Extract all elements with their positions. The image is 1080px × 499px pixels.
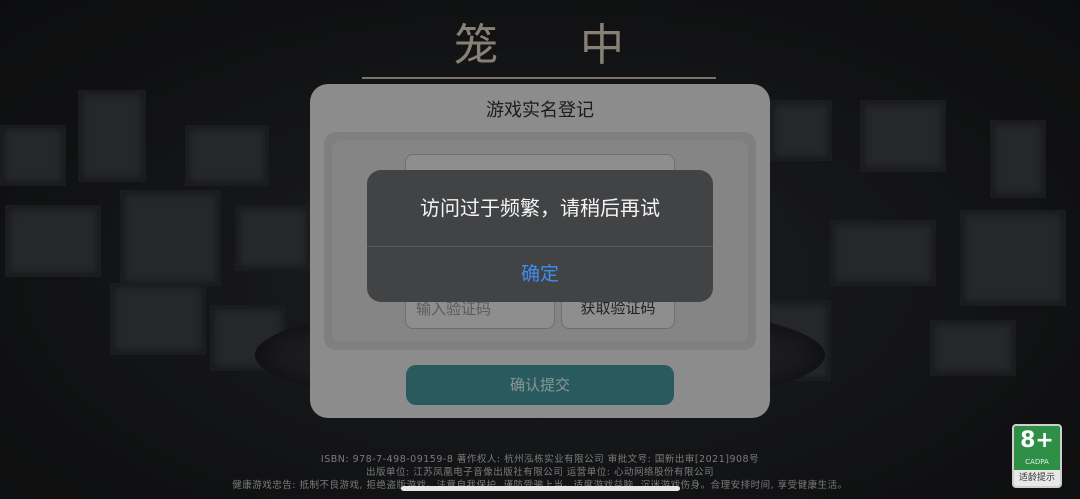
age-rating-org: CADPA [1025,458,1049,466]
footer-line-publisher: 出版单位: 江苏凤凰电子音像出版社有限公司 运营单位: 心动网络股份有限公司 [366,467,714,478]
home-indicator[interactable] [401,486,680,491]
alert-dialog: 访问过于频繁，请稍后再试 确定 [367,170,713,302]
alert-message: 访问过于频繁，请稍后再试 [420,196,660,220]
age-rating-tip: 适龄提示 [1014,470,1060,486]
game-screen: 笼 中 窥 梦 游戏实名登记 输入验证码 获取验证码 确认提交 访问过于频繁，请… [0,0,1080,499]
alert-confirm-button[interactable]: 确定 [367,247,713,302]
age-rating-number: 8+ [1020,428,1054,453]
footer-line-isbn: ISBN: 978-7-498-09159-8 著作权人: 杭州泓栋实业有限公司… [320,454,760,465]
age-rating-badge[interactable]: 8+ CADPA 适龄提示 [1012,424,1062,488]
